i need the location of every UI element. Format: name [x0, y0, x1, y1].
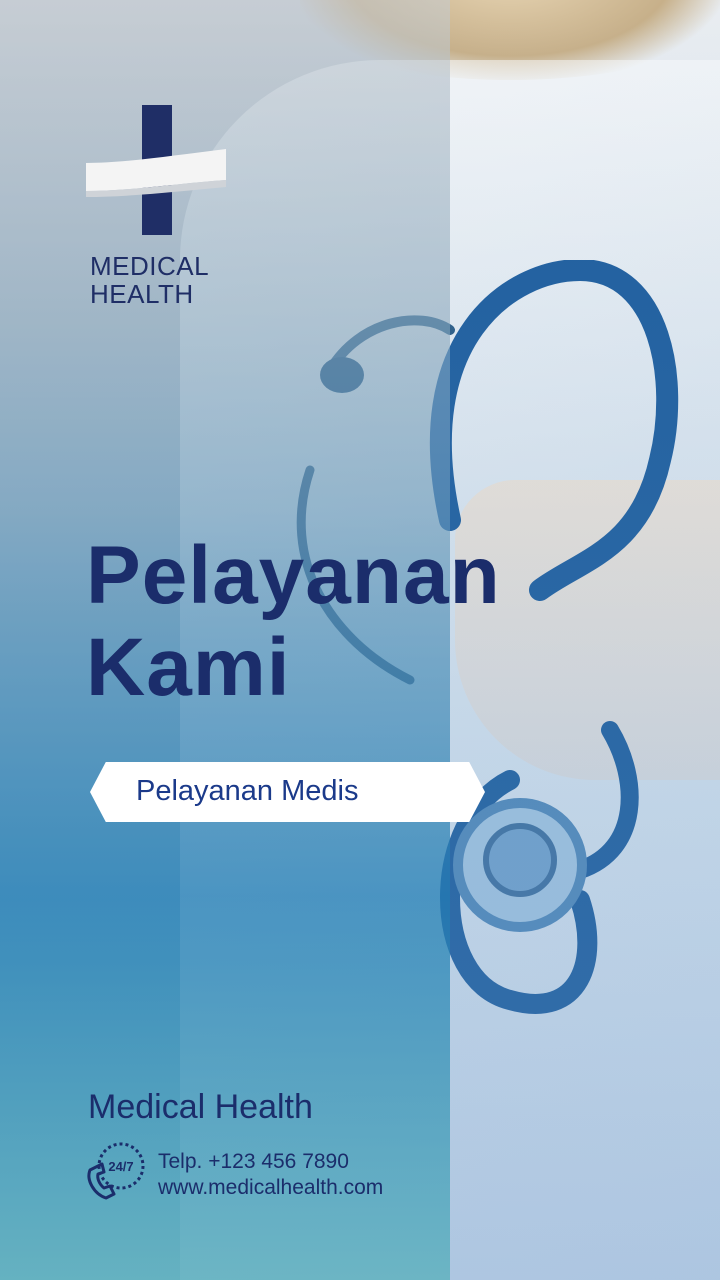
footer-brand: Medical Health: [88, 1088, 313, 1126]
service-tag: Pelayanan Medis: [90, 762, 485, 822]
page-title: Pelayanan Kami: [86, 530, 501, 714]
service-tag-label: Pelayanan Medis: [136, 775, 359, 807]
website-link[interactable]: www.medicalhealth.com: [158, 1176, 383, 1200]
phone-24-7-icon: 24/7: [87, 1142, 145, 1200]
medical-cross-logo-icon: [86, 105, 226, 235]
title-line-2: Kami: [86, 622, 291, 713]
svg-text:24/7: 24/7: [108, 1159, 133, 1174]
title-line-1: Pelayanan: [86, 530, 501, 621]
phone-number: Telp. +123 456 7890: [158, 1150, 349, 1173]
logo-wordmark: MEDICAL HEALTH: [90, 252, 209, 308]
logo-line-2: HEALTH: [90, 279, 194, 309]
poster: MEDICAL HEALTH Pelayanan Kami Pelayanan …: [0, 0, 720, 1280]
logo-line-1: MEDICAL: [90, 251, 210, 281]
